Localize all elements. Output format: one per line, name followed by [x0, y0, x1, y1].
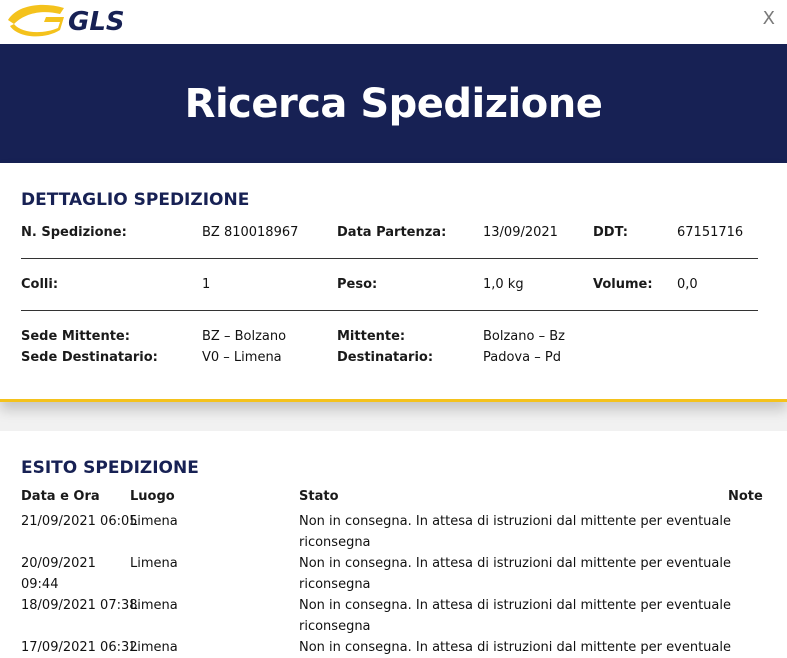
ddt-label: DDT: — [593, 225, 628, 240]
peso-label: Peso: — [337, 277, 378, 292]
table-row-date: 17/09/2021 06:32 — [21, 640, 138, 655]
sede-mittente-value: BZ – Bolzano — [202, 329, 287, 344]
table-row-date: 20/09/2021 — [21, 556, 96, 571]
shipment-detail-panel: DETTAGLIO SPEDIZIONE N. Spedizione: BZ 8… — [0, 163, 787, 402]
table-row-date: 21/09/2021 06:05 — [21, 514, 138, 529]
column-header-stato: Stato — [299, 489, 339, 504]
data-partenza-label: Data Partenza: — [337, 225, 447, 240]
destinatario-value: Padova – Pd — [483, 350, 561, 365]
shipment-outcome-panel: ESITO SPEDIZIONE Data e Ora Luogo Stato … — [0, 431, 787, 658]
column-header-luogo: Luogo — [130, 489, 175, 504]
table-row-place: Limena — [130, 598, 178, 613]
close-icon[interactable]: X — [763, 8, 775, 29]
volume-value: 0,0 — [677, 277, 698, 292]
table-row-status: Non in consegna. In attesa di istruzioni… — [299, 514, 732, 529]
mittente-label: Mittente: — [337, 329, 406, 344]
table-row-status-cont: riconsegna — [299, 577, 371, 592]
sede-destinatario-label: Sede Destinatario: — [21, 350, 158, 365]
table-row-status-cont: riconsegna — [299, 619, 371, 634]
table-row-date: 18/09/2021 07:38 — [21, 598, 138, 613]
logo-text: GLS — [68, 7, 125, 37]
table-row-place: Limena — [130, 514, 178, 529]
mittente-value: Bolzano – Bz — [483, 329, 565, 344]
table-row-place: Limena — [130, 556, 178, 571]
colli-label: Colli: — [21, 277, 59, 292]
n-spedizione-value: BZ 810018967 — [202, 225, 299, 240]
table-row-status: Non in consegna. In attesa di istruzioni… — [299, 598, 732, 613]
table-row-status: Non in consegna. In attesa di istruzioni… — [299, 640, 732, 655]
n-spedizione-label: N. Spedizione: — [21, 225, 127, 240]
peso-value: 1,0 kg — [483, 277, 524, 292]
table-row-place: Limena — [130, 640, 178, 655]
data-partenza-value: 13/09/2021 — [483, 225, 558, 240]
sede-mittente-label: Sede Mittente: — [21, 329, 130, 344]
page-title: Ricerca Spedizione — [184, 80, 603, 127]
table-row-status: Non in consegna. In attesa di istruzioni… — [299, 556, 732, 571]
detail-title: DETTAGLIO SPEDIZIONE — [21, 190, 250, 210]
destinatario-label: Destinatario: — [337, 350, 434, 365]
table-row-status-cont: riconsegna — [299, 535, 371, 550]
column-header-data: Data e Ora — [21, 489, 100, 504]
table-row-time: 09:44 — [21, 577, 59, 592]
colli-value: 1 — [202, 277, 211, 292]
divider — [21, 310, 758, 311]
divider — [21, 258, 758, 259]
gls-logo[interactable]: GLS — [4, 0, 129, 40]
sede-destinatario-value: V0 – Limena — [202, 350, 282, 365]
volume-label: Volume: — [593, 277, 653, 292]
page-banner: Ricerca Spedizione — [0, 44, 787, 163]
esito-title: ESITO SPEDIZIONE — [21, 458, 199, 478]
ddt-value: 67151716 — [677, 225, 744, 240]
column-header-note: Note — [728, 489, 763, 504]
top-bar: GLS X — [0, 0, 787, 44]
